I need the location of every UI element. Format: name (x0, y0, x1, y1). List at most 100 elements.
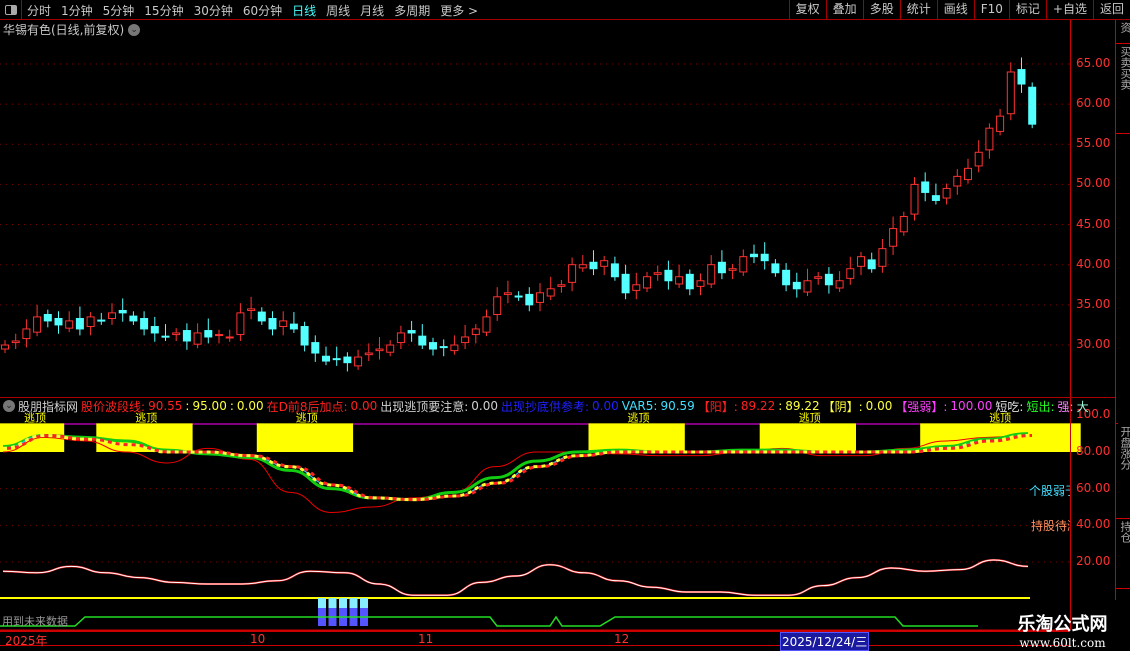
indicator-value: 100.00 (950, 399, 993, 413)
candle-body (43, 313, 52, 322)
candle-body (610, 263, 619, 278)
flag-bar-top (339, 598, 347, 608)
candle-body (899, 216, 908, 233)
candle-body (108, 312, 116, 320)
candle-body (364, 352, 373, 356)
candle-body (22, 328, 31, 340)
indicator-value: 90.59 (660, 399, 695, 413)
side-tab[interactable]: 资 (1116, 20, 1130, 44)
candle-body (578, 264, 587, 269)
candle-body (396, 332, 405, 344)
osc-red (2, 558, 1029, 597)
candle-body (268, 318, 277, 330)
price-tick: 30.00 (1076, 337, 1111, 351)
candle-body (311, 342, 320, 354)
price-tick: 55.00 (1076, 136, 1111, 151)
future-data-note: 用到未来数据 (2, 615, 68, 628)
price-tick: 45.00 (1076, 216, 1111, 231)
candle-body (450, 344, 459, 352)
candle-body (996, 115, 1005, 132)
candle-body (247, 308, 256, 311)
indicator-header: ⌄ 股朋指标网 股价波段线: 90.55:95.00:0.00 在D前8后加点: 0.… (0, 397, 1115, 414)
candle-body (739, 256, 748, 273)
indicator-label: 大 (1076, 399, 1089, 414)
date-axis: 2025年 10 11 12 2025/12/24/三 (0, 630, 1070, 651)
side-tab[interactable]: 开盘涨分 (1116, 424, 1130, 519)
side-tab[interactable]: 持仓 (1116, 519, 1130, 589)
indicator-label: 在D前8后加点: (266, 399, 348, 414)
candle-body (632, 284, 641, 291)
indicator-value: 90.55 (148, 399, 183, 413)
candle-body (1028, 86, 1037, 125)
candle-body (728, 268, 737, 271)
candle-body (300, 326, 309, 346)
candle-body (375, 348, 384, 352)
indicator-label: 出现抄底供参考: (501, 399, 590, 414)
candle-body (846, 268, 855, 279)
candle-body (193, 332, 202, 345)
indicator-label: : (185, 399, 190, 413)
candle-body (461, 336, 470, 344)
candle-body (546, 288, 555, 297)
flag-bar-top (360, 598, 368, 608)
candle-body (215, 334, 223, 337)
candle-body (257, 311, 266, 322)
indicator-label: 短出: (1026, 399, 1055, 414)
price-tick: 35.00 (1076, 296, 1111, 311)
candle-body (129, 315, 138, 322)
candle-body (814, 276, 823, 279)
side-tab[interactable] (1116, 134, 1118, 424)
candle-body (354, 356, 363, 367)
candle-body (322, 355, 330, 362)
indicator-label: : (229, 399, 234, 413)
date-dec: 12 (614, 632, 630, 646)
candle-body (824, 273, 833, 286)
candle-body (750, 253, 758, 258)
right-side-panel: 资买卖买卖开盘涨分 持仓 (1115, 20, 1130, 600)
indicator-value: 89.22 (740, 399, 776, 413)
candle-body (792, 281, 801, 290)
indicator-label: VAR5: (621, 399, 658, 413)
candle-body (279, 320, 288, 328)
side-tab[interactable]: 买卖买卖 (1116, 44, 1130, 134)
price-tick: 50.00 (1076, 176, 1111, 191)
candle-body (867, 259, 876, 270)
indicator-label: 股价波段线: (81, 399, 146, 414)
indicator-label: 【阴】: (822, 399, 863, 414)
watermark-name: 乐淘公式网 (1017, 614, 1108, 635)
indicator-label: : (778, 399, 783, 413)
indicator-label: 短吃: (995, 399, 1024, 414)
candle-body (161, 335, 170, 338)
indicator-value: 0.00 (236, 399, 264, 413)
state-step-line (0, 615, 978, 627)
indicator-name[interactable]: 股朋指标网 (18, 398, 78, 414)
candle-body (878, 248, 887, 267)
price-tick: 65.00 (1076, 55, 1111, 70)
date-oct: 10 (250, 632, 266, 646)
candle-body (65, 320, 74, 329)
cursor-date: 2025/12/24/三 (780, 632, 870, 651)
watermark: 乐淘公式网 www.60lt.com (995, 610, 1130, 650)
indicator-label: 强: (1057, 399, 1074, 414)
chart-canvas[interactable]: 逃顶 逃顶 逃顶 逃顶 逃顶 逃顶 (0, 0, 1130, 650)
candle-body (760, 253, 769, 262)
candle-body (600, 260, 609, 267)
candle-body (75, 318, 84, 330)
candle-body (675, 276, 684, 285)
watermark-url: www.60lt.com (1019, 636, 1106, 650)
candle-body (236, 312, 245, 336)
flag-bar-top (328, 598, 337, 608)
indicator-value: 0.00 (350, 399, 378, 413)
indicator-tick: 20.00 (1076, 553, 1111, 568)
candle-body (439, 346, 448, 349)
date-year: 2025年 (5, 634, 48, 648)
osc-white (2, 559, 1029, 596)
indicator-menu-icon[interactable]: ⌄ (3, 400, 15, 412)
candle-body (857, 256, 865, 267)
candle-body (653, 272, 662, 275)
candle-body (974, 151, 983, 167)
candle-body (942, 187, 951, 199)
candle-body (964, 167, 972, 181)
indicator-label: 【强弱】: (895, 399, 948, 414)
candle-body (985, 127, 994, 151)
